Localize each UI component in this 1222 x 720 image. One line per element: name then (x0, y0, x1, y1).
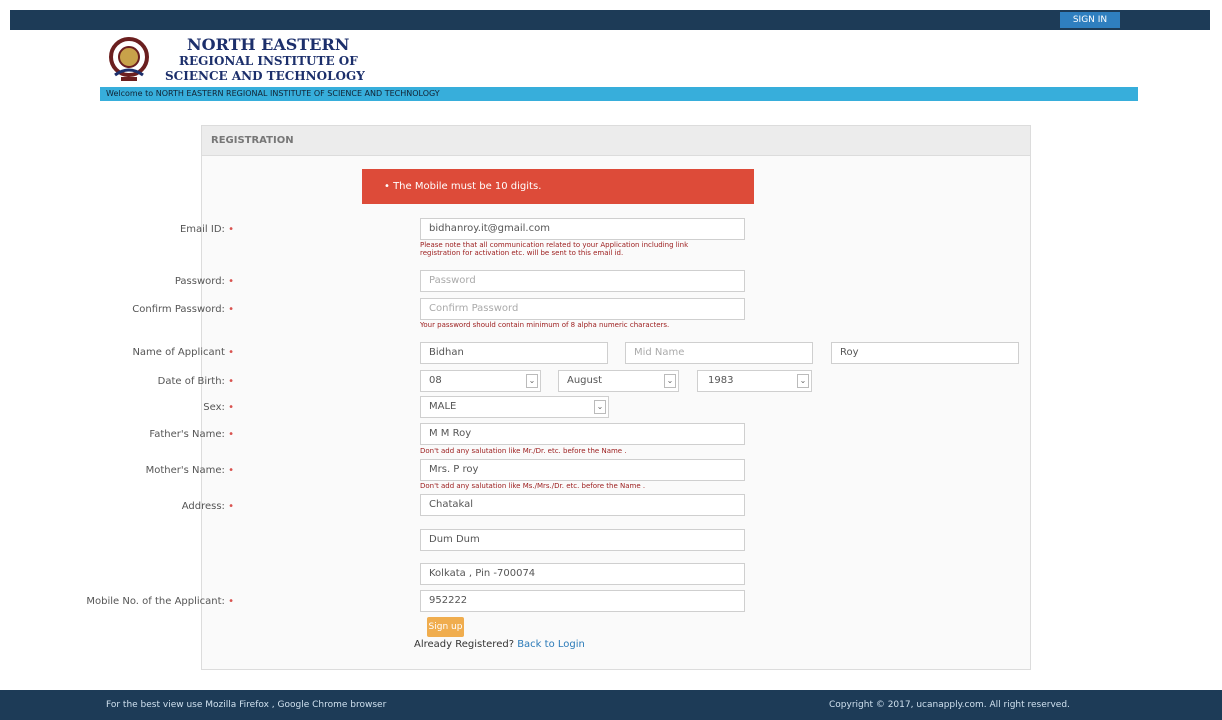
footer-copyright: Copyright © 2017, ucanapply.com. All rig… (829, 700, 1070, 710)
institute-name-line3: SCIENCE AND TECHNOLOGY (165, 69, 365, 83)
father-name-hint: Don't add any salutation like Mr./Dr. et… (420, 447, 627, 455)
address-line1-field[interactable]: Chatakal (420, 494, 745, 516)
footer-browser-note: For the best view use Mozilla Firefox , … (106, 700, 387, 710)
panel-title: REGISTRATION (202, 126, 1030, 156)
email-label: Email ID: • (179, 224, 234, 235)
sex-label: Sex: • (203, 402, 234, 413)
mobile-field[interactable]: 952222 (420, 590, 745, 612)
email-hint: Please note that all communication relat… (420, 241, 689, 257)
sign-up-button[interactable]: Sign up (427, 617, 464, 637)
chevron-down-icon: ⌄ (797, 374, 809, 388)
password-hint: Your password should contain minimum of … (420, 321, 670, 329)
password-field[interactable]: Password (420, 270, 745, 292)
top-bar (10, 10, 1210, 30)
dob-year-select[interactable]: 1983 ⌄ (697, 370, 812, 392)
address-line2-field[interactable]: Dum Dum (420, 529, 745, 551)
already-registered: Already Registered? Back to Login (414, 639, 585, 650)
chevron-down-icon: ⌄ (664, 374, 676, 388)
footer: For the best view use Mozilla Firefox , … (0, 690, 1222, 720)
father-name-field[interactable]: M M Roy (420, 423, 745, 445)
address-label: Address: • (181, 501, 234, 512)
sign-in-button[interactable]: SIGN IN (1060, 12, 1120, 28)
father-name-label: Father's Name: • (149, 429, 234, 440)
chevron-down-icon: ⌄ (526, 374, 538, 388)
email-field[interactable]: bidhanroy.it@gmail.com (420, 218, 745, 240)
last-name-field[interactable]: Roy (831, 342, 1019, 364)
middle-name-field[interactable]: Mid Name (625, 342, 813, 364)
dob-day-select[interactable]: 08 ⌄ (420, 370, 541, 392)
mobile-label: Mobile No. of the Applicant: • (86, 596, 234, 607)
applicant-name-label: Name of Applicant • (132, 347, 234, 358)
institute-brand: NORTH EASTERN REGIONAL INSTITUTE OF SCIE… (105, 33, 405, 85)
mother-name-label: Mother's Name: • (145, 465, 234, 476)
sex-select[interactable]: MALE ⌄ (420, 396, 609, 418)
address-line3-field[interactable]: Kolkata , Pin -700074 (420, 563, 745, 585)
dob-label: Date of Birth: • (157, 376, 234, 387)
error-alert: • The Mobile must be 10 digits. (362, 169, 754, 204)
password-label: Password: • (174, 276, 234, 287)
institute-logo-icon (109, 37, 149, 81)
institute-name-line1: NORTH EASTERN (187, 35, 350, 54)
mother-name-field[interactable]: Mrs. P roy (420, 459, 745, 481)
back-to-login-link[interactable]: Back to Login (517, 639, 585, 650)
mother-name-hint: Don't add any salutation like Ms./Mrs./D… (420, 482, 646, 490)
first-name-field[interactable]: Bidhan (420, 342, 608, 364)
welcome-banner: Welcome to NORTH EASTERN REGIONAL INSTIT… (100, 87, 1138, 101)
registration-panel: REGISTRATION • The Mobile must be 10 dig… (201, 125, 1031, 670)
chevron-down-icon: ⌄ (594, 400, 606, 414)
institute-name-line2: REGIONAL INSTITUTE OF (179, 54, 358, 68)
confirm-password-field[interactable]: Confirm Password (420, 298, 745, 320)
dob-month-select[interactable]: August ⌄ (558, 370, 679, 392)
confirm-password-label: Confirm Password: • (132, 304, 234, 315)
